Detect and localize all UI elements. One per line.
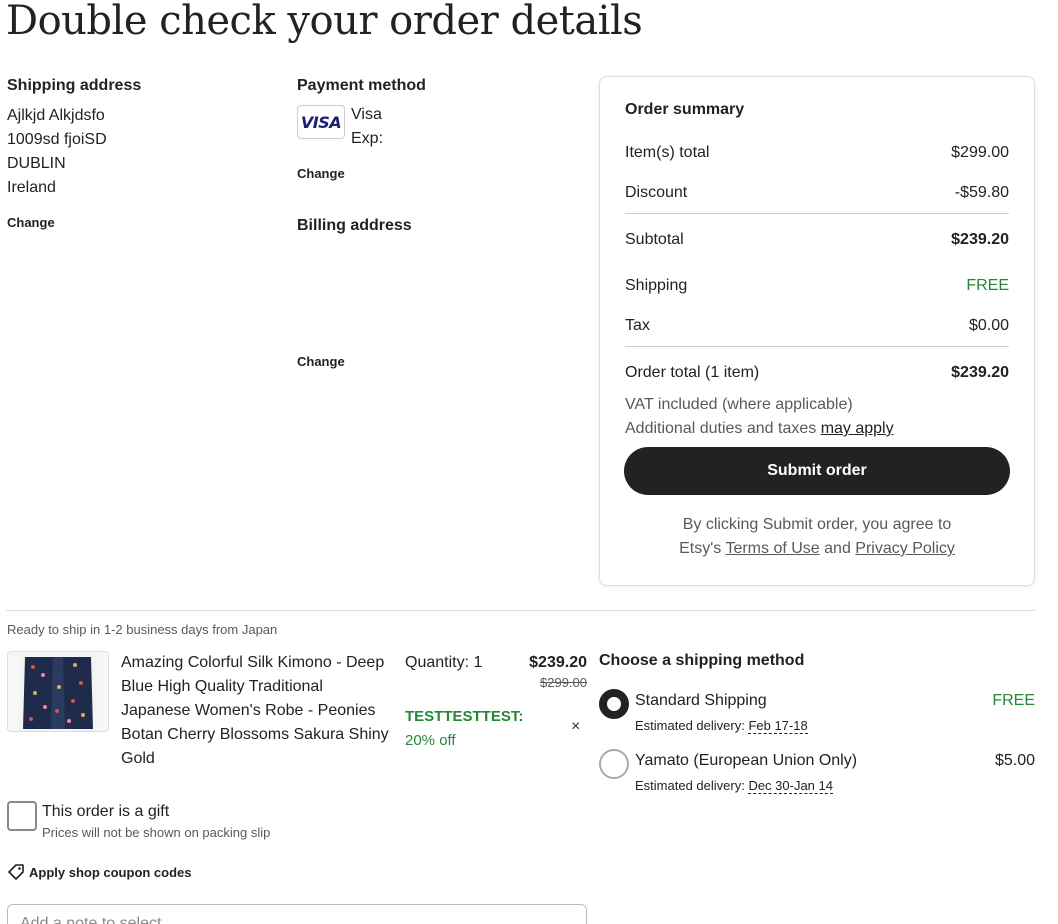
shipping-option-estimate: Estimated delivery: Dec 30-Jan 14 bbox=[635, 778, 833, 794]
change-shipping-address-link[interactable]: Change bbox=[7, 215, 55, 230]
billing-address-heading: Billing address bbox=[297, 217, 412, 234]
item-original-price: $299.00 bbox=[540, 675, 587, 690]
items-total-value: $299.00 bbox=[951, 144, 1009, 161]
estimate-label: Estimated delivery: bbox=[635, 778, 749, 793]
shipping-address-section: Shipping address Ajlkjd Alkjdsfo 1009sd … bbox=[7, 76, 277, 232]
shipping-method-title: Choose a shipping method bbox=[599, 652, 805, 669]
change-payment-link[interactable]: Change bbox=[297, 166, 345, 181]
items-total-row: Item(s) total $299.00 bbox=[625, 143, 1009, 163]
section-divider bbox=[6, 610, 1035, 611]
subtotal-value: $239.20 bbox=[951, 231, 1009, 248]
tax-label: Tax bbox=[625, 317, 650, 334]
payment-section: Payment method VISA Visa Exp: Change Bil… bbox=[297, 76, 577, 369]
shipping-option-price: FREE bbox=[992, 692, 1035, 709]
order-summary-title: Order summary bbox=[625, 101, 745, 118]
apply-coupon-label: Apply shop coupon codes bbox=[29, 864, 192, 880]
apply-coupon-button[interactable]: Apply shop coupon codes bbox=[7, 863, 192, 881]
order-total-row: Order total (1 item) $239.20 bbox=[625, 363, 1009, 383]
item-title[interactable]: Amazing Colorful Silk Kimono - Deep Blue… bbox=[121, 651, 391, 771]
subtotal-label: Subtotal bbox=[625, 231, 684, 248]
applied-coupon: TESTTESTTEST: 20% off bbox=[405, 705, 523, 753]
shipping-row: Shipping FREE bbox=[625, 276, 1009, 296]
change-billing-link[interactable]: Change bbox=[297, 354, 345, 369]
order-total-value: $239.20 bbox=[951, 364, 1009, 381]
shipping-value: FREE bbox=[966, 277, 1009, 294]
tag-icon bbox=[8, 864, 24, 880]
discount-value: -$59.80 bbox=[954, 184, 1009, 201]
estimate-label: Estimated delivery: bbox=[635, 718, 749, 733]
order-summary-card: Order summary Item(s) total $299.00 Disc… bbox=[599, 76, 1035, 586]
tax-row: Tax $0.00 bbox=[625, 316, 1009, 336]
remove-coupon-close-icon[interactable]: × bbox=[571, 718, 580, 736]
address-line: Ajlkjd Alkjdsfo bbox=[7, 107, 105, 124]
card-brand: Visa bbox=[351, 106, 382, 123]
shipping-label: Shipping bbox=[625, 277, 688, 294]
summary-divider bbox=[625, 213, 1009, 214]
visa-logo-text: VISA bbox=[300, 112, 342, 132]
kimono-image bbox=[19, 652, 97, 731]
ready-to-ship-text: Ready to ship in 1-2 business days from … bbox=[7, 622, 278, 637]
card-info: Visa Exp: bbox=[351, 103, 383, 151]
agree-and: and bbox=[819, 540, 856, 557]
shipping-option-name: Yamato (European Union Only) bbox=[635, 752, 858, 769]
items-total-label: Item(s) total bbox=[625, 144, 710, 161]
duties-note: Additional duties and taxes may apply bbox=[625, 417, 894, 441]
estimate-date[interactable]: Feb 17-18 bbox=[748, 718, 808, 734]
shipping-option-radio-standard[interactable] bbox=[599, 689, 629, 719]
may-apply-link[interactable]: may apply bbox=[821, 420, 894, 437]
coupon-code: TESTTESTTEST: bbox=[405, 708, 524, 725]
item-thumbnail[interactable] bbox=[7, 651, 109, 732]
subtotal-row: Subtotal $239.20 bbox=[625, 230, 1009, 250]
shipping-address-heading: Shipping address bbox=[7, 77, 142, 94]
visa-card-icon: VISA bbox=[297, 105, 345, 139]
discount-label: Discount bbox=[625, 184, 688, 201]
payment-method-heading: Payment method bbox=[297, 77, 426, 94]
address-line: DUBLIN bbox=[7, 155, 66, 172]
submit-order-button[interactable]: Submit order bbox=[624, 447, 1010, 495]
item-price: $239.20 bbox=[529, 654, 587, 671]
agree-prefix: By clicking Submit order, you agree to bbox=[682, 516, 952, 533]
agree-etsy: Etsy's bbox=[679, 540, 726, 557]
tax-value: $0.00 bbox=[968, 317, 1009, 334]
page-title: Double check your order details bbox=[6, 0, 643, 44]
estimate-date[interactable]: Dec 30-Jan 14 bbox=[748, 778, 833, 794]
shipping-option-price: $5.00 bbox=[994, 752, 1035, 769]
item-quantity: Quantity: 1 bbox=[405, 654, 483, 671]
discount-row: Discount -$59.80 bbox=[625, 183, 1009, 203]
vat-note: VAT included (where applicable) bbox=[625, 396, 853, 413]
summary-divider bbox=[625, 346, 1009, 347]
duties-text: Additional duties and taxes bbox=[625, 420, 821, 437]
gift-subtext: Prices will not be shown on packing slip bbox=[42, 825, 271, 840]
card-exp: Exp: bbox=[351, 130, 384, 147]
gift-checkbox[interactable] bbox=[7, 801, 37, 831]
address-line: Ireland bbox=[7, 179, 56, 196]
gift-label: This order is a gift bbox=[42, 803, 170, 820]
terms-of-use-link[interactable]: Terms of Use bbox=[725, 540, 819, 557]
address-line: 1009sd fjoiSD bbox=[7, 131, 107, 148]
coupon-discount: 20% off bbox=[405, 732, 456, 749]
order-total-label: Order total (1 item) bbox=[625, 364, 760, 381]
privacy-policy-link[interactable]: Privacy Policy bbox=[855, 540, 955, 557]
shipping-option-estimate: Estimated delivery: Feb 17-18 bbox=[635, 718, 808, 734]
shipping-option-name: Standard Shipping bbox=[635, 692, 767, 709]
shipping-option-radio-yamato[interactable] bbox=[599, 749, 629, 779]
agreement-text: By clicking Submit order, you agree to E… bbox=[625, 513, 1009, 561]
note-to-seller-input[interactable] bbox=[7, 904, 587, 924]
